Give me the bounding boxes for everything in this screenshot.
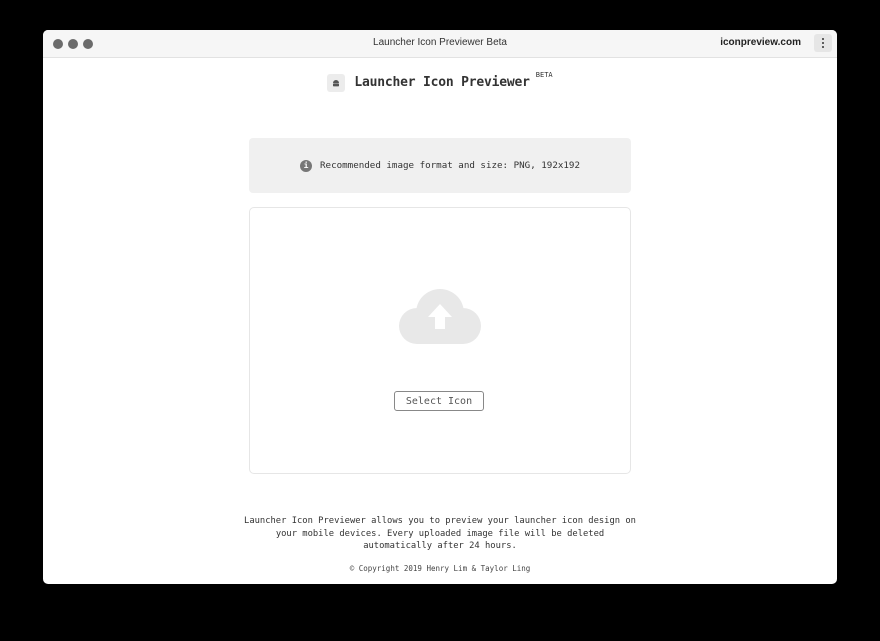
site-domain[interactable]: iconpreview.com	[720, 37, 801, 48]
beta-badge: BETA	[535, 71, 553, 79]
info-icon: i	[300, 159, 312, 172]
browser-window: Launcher Icon Previewer Beta iconpreview…	[43, 30, 837, 584]
android-icon	[327, 74, 346, 92]
description-text: Launcher Icon Previewer allows you to pr…	[244, 516, 636, 551]
format-notice: i Recommended image format and size: PNG…	[249, 138, 631, 193]
title-bar: Launcher Icon Previewer Beta iconpreview…	[43, 30, 837, 58]
window-title: Launcher Icon Previewer Beta	[373, 37, 507, 48]
notice-text: Recommended image format and size: PNG, …	[320, 160, 580, 171]
select-icon-button[interactable]: Select Icon	[394, 391, 484, 411]
more-menu-icon[interactable]	[814, 34, 832, 52]
page-title: Launcher Icon Previewer	[354, 74, 530, 90]
cloud-upload-icon	[399, 289, 481, 344]
upload-dropzone[interactable]: Select Icon	[249, 207, 631, 474]
copyright-text: © Copyright 2019 Henry Lim & Taylor Ling	[349, 564, 531, 573]
page-header: Launcher Icon Previewer BETA	[43, 71, 837, 92]
